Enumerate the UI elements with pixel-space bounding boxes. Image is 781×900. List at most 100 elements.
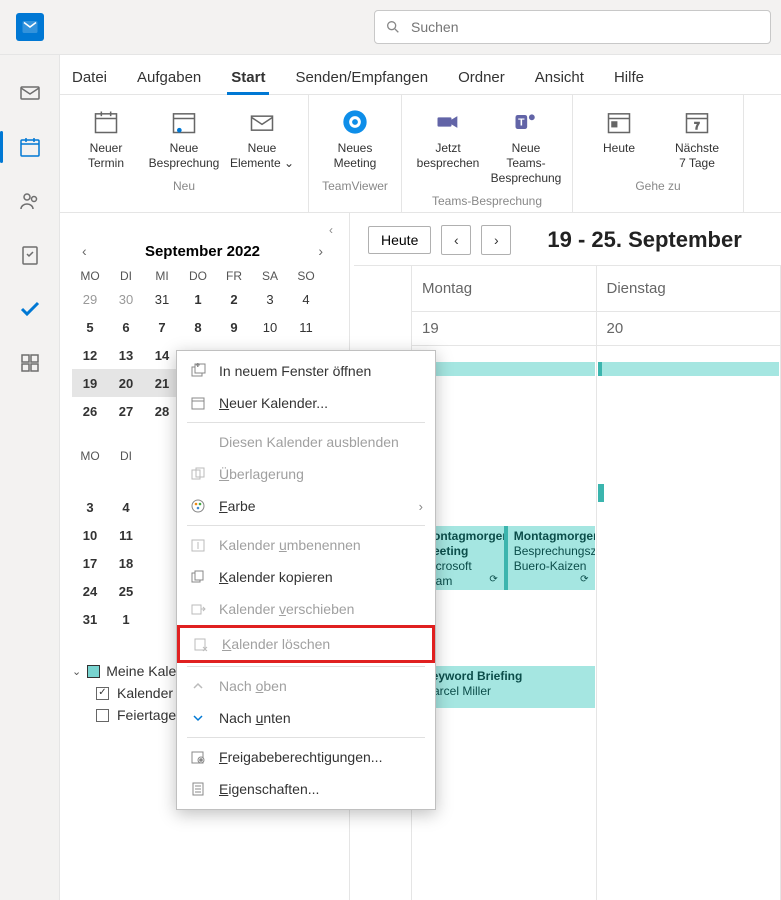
ribbon-group-neu: NeuerTerminNeueBesprechungNeueElemente ⌄… <box>60 95 309 212</box>
calendar-day[interactable]: 18 <box>108 549 144 577</box>
ribbon-neues-meeting[interactable]: NeuesMeeting <box>319 103 391 175</box>
ribbon-n-chste-tage[interactable]: 7Nächste7 Tage <box>661 103 733 175</box>
calendar-day[interactable]: 29 <box>72 285 108 313</box>
ribbon-neue-teams-besprechung[interactable]: TNeue Teams-Besprechung <box>490 103 562 190</box>
search-input[interactable] <box>411 19 760 35</box>
tab-start[interactable]: Start <box>227 61 269 94</box>
menu-item-farbe[interactable]: Farbe› <box>177 490 435 522</box>
allday-event-bar[interactable] <box>413 362 595 376</box>
date-range: 19 - 25. September <box>547 227 741 253</box>
calendar-day[interactable]: 4 <box>288 285 324 313</box>
menu-item-kalender-umbenennen: Kalender umbenennen <box>177 529 435 561</box>
ribbon-group-label: Teams-Besprechung <box>432 194 542 208</box>
calendar-day[interactable]: 3 <box>72 493 108 521</box>
menu-item-eigenschaften[interactable]: Eigenschaften... <box>177 773 435 805</box>
svg-text:T: T <box>518 117 525 129</box>
checkbox-icon[interactable] <box>96 687 109 700</box>
calendar-day[interactable]: 1 <box>108 605 144 633</box>
calendar-day[interactable]: 19 <box>72 369 108 397</box>
calendar-day[interactable]: 6 <box>108 313 144 341</box>
ribbon-icon: T <box>511 107 541 137</box>
calendar-event[interactable]: MontagmorgenmBesprechungszim Buero-Kaize… <box>504 526 595 590</box>
ribbon-jetzt-besprechen[interactable]: Jetztbesprechen <box>412 103 484 190</box>
calendar-day[interactable]: 20 <box>108 369 144 397</box>
calendar-day[interactable]: 3 <box>252 285 288 313</box>
calendar-day[interactable]: 17 <box>72 549 108 577</box>
calendar-day[interactable]: 14 <box>144 341 180 369</box>
ribbon-neue-elemente-[interactable]: NeueElemente ⌄ <box>226 103 298 175</box>
collapse-panel-icon[interactable]: ‹ <box>68 223 341 237</box>
ribbon-icon <box>433 107 463 137</box>
copy-icon <box>187 568 209 586</box>
day-column[interactable]: Dienstag20 <box>597 266 781 900</box>
ribbon-icon <box>169 107 199 137</box>
calendar-day[interactable]: 11 <box>288 313 324 341</box>
prev-week-button[interactable]: ‹ <box>441 225 471 255</box>
day-column[interactable]: Montag19Montagmorgen MeetingMicrosoft Te… <box>412 266 597 900</box>
calendar-day[interactable]: 27 <box>108 397 144 425</box>
ribbon-neue-besprechung[interactable]: NeueBesprechung <box>148 103 220 175</box>
calendar-day[interactable] <box>108 465 144 493</box>
ribbon-group-teams-besprechung: JetztbesprechenTNeue Teams-Besprechung Te… <box>402 95 573 212</box>
nav-tasks-icon[interactable] <box>16 241 44 269</box>
calendar-day[interactable]: 10 <box>252 313 288 341</box>
menu-item-in-neuem-fenster-öffnen[interactable]: +In neuem Fenster öffnen <box>177 355 435 387</box>
next-month-button[interactable]: › <box>312 241 329 261</box>
ribbon-icon <box>247 107 277 137</box>
newwin-icon: + <box>187 362 209 380</box>
calendar-day[interactable]: 30 <box>108 285 144 313</box>
calendar-day[interactable]: 26 <box>72 397 108 425</box>
calendar-day[interactable]: 25 <box>108 577 144 605</box>
calendar-day[interactable]: 28 <box>144 397 180 425</box>
menu-item-freigabeberechtigungen[interactable]: Freigabeberechtigungen... <box>177 741 435 773</box>
menu-item-nach-unten[interactable]: Nach unten <box>177 702 435 734</box>
menu-item-neuer-kalender[interactable]: Neuer Kalender... <box>177 387 435 419</box>
calendar-day[interactable]: 12 <box>72 341 108 369</box>
today-button[interactable]: Heute <box>368 226 431 254</box>
delete-icon <box>190 635 212 653</box>
tab-senden/empfangen[interactable]: Senden/Empfangen <box>291 61 432 94</box>
calendar-day[interactable]: 31 <box>144 285 180 313</box>
calendar-day[interactable] <box>72 465 108 493</box>
calendar-day[interactable]: 4 <box>108 493 144 521</box>
calendar-day[interactable]: 7 <box>144 313 180 341</box>
menu-item-kalender-kopieren[interactable]: Kalender kopieren <box>177 561 435 593</box>
calendar-day[interactable]: 31 <box>72 605 108 633</box>
event-marker[interactable] <box>598 484 604 502</box>
calendar-day[interactable]: 5 <box>72 313 108 341</box>
props-icon <box>187 780 209 798</box>
calendar-event[interactable]: Keyword BriefingMarcel Miller <box>413 666 595 708</box>
nav-calendar-icon[interactable] <box>16 133 44 161</box>
checkbox-icon[interactable] <box>96 709 109 722</box>
nav-mail-icon[interactable] <box>16 79 44 107</box>
tab-hilfe[interactable]: Hilfe <box>610 61 648 94</box>
menu-item-kalender-löschen: Kalender löschen <box>177 625 435 663</box>
title-bar <box>0 0 781 55</box>
next-week-button[interactable]: › <box>481 225 511 255</box>
calendar-day[interactable]: 9 <box>216 313 252 341</box>
prev-month-button[interactable]: ‹ <box>76 241 93 261</box>
calendar-day[interactable]: 11 <box>108 521 144 549</box>
nav-apps-icon[interactable] <box>16 349 44 377</box>
tab-aufgaben[interactable]: Aufgaben <box>133 61 205 94</box>
allday-event-bar[interactable] <box>598 362 780 376</box>
color-icon <box>187 497 209 515</box>
tab-ansicht[interactable]: Ansicht <box>531 61 588 94</box>
calendar-day[interactable]: 2 <box>216 285 252 313</box>
calendar-day[interactable]: 13 <box>108 341 144 369</box>
tab-ordner[interactable]: Ordner <box>454 61 509 94</box>
ribbon-neuer-termin[interactable]: NeuerTermin <box>70 103 142 175</box>
ribbon-heute-[interactable]: Heute <box>583 103 655 175</box>
search-box[interactable] <box>374 10 771 44</box>
menu-item-überlagerung: Überlagerung <box>177 458 435 490</box>
calendar-day[interactable]: 1 <box>180 285 216 313</box>
calendar-context-menu: +In neuem Fenster öffnenNeuer Kalender..… <box>176 350 436 810</box>
calendar-day[interactable]: 10 <box>72 521 108 549</box>
nav-todo-icon[interactable] <box>16 295 44 323</box>
calendar-day[interactable]: 21 <box>144 369 180 397</box>
ribbon-icon <box>340 107 370 137</box>
calendar-day[interactable]: 8 <box>180 313 216 341</box>
calendar-day[interactable]: 24 <box>72 577 108 605</box>
tab-datei[interactable]: Datei <box>68 61 111 94</box>
nav-people-icon[interactable] <box>16 187 44 215</box>
